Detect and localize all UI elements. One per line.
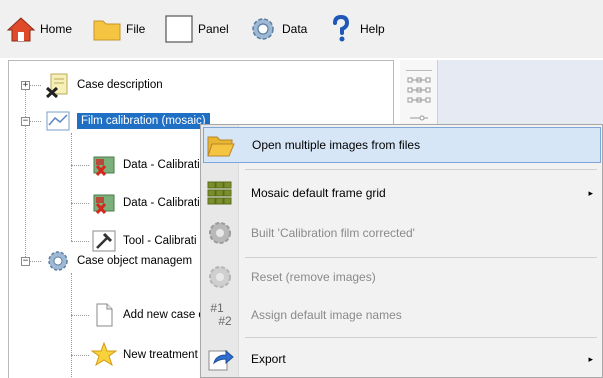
menu-item-label: Export xyxy=(251,352,286,366)
grid-icon xyxy=(203,175,237,211)
numbering-icon: #1 #2 xyxy=(203,297,237,333)
blank-document-icon xyxy=(91,303,117,327)
menu-item-label: Built 'Calibration film corrected' xyxy=(251,226,415,240)
toolbar: Home File Panel Data Help xyxy=(0,0,603,58)
tree-item-label: Case description xyxy=(77,79,163,91)
tree-item-case-description[interactable]: Case description xyxy=(45,73,163,98)
tree-item-label: Film calibration (mosaic) xyxy=(77,113,210,129)
collapse-toggle[interactable]: − xyxy=(21,257,30,266)
tree-connector xyxy=(71,165,89,166)
question-mark-icon xyxy=(326,14,356,44)
tree-item-data-calibration[interactable]: Data - Calibrati xyxy=(91,191,200,215)
star-burst-icon xyxy=(91,342,117,367)
collapse-toggle[interactable]: − xyxy=(21,117,30,126)
chart-icon xyxy=(45,109,71,133)
tree-connector xyxy=(71,315,89,316)
tree-connector xyxy=(71,203,89,204)
data-label: Data xyxy=(282,22,308,36)
menu-separator xyxy=(245,169,597,170)
file-button[interactable]: File xyxy=(92,12,145,46)
tree-connector xyxy=(71,355,89,356)
gear-icon xyxy=(203,215,237,251)
tree-item-case-object-management[interactable]: Case object managem xyxy=(45,249,192,273)
gear-icon xyxy=(203,259,237,295)
tree-connector xyxy=(71,133,72,241)
submenu-arrow-icon: ▸ xyxy=(588,187,593,198)
expand-toggle[interactable]: + xyxy=(21,81,30,90)
panel-label: Panel xyxy=(198,22,229,36)
gear-icon xyxy=(248,14,278,44)
menu-item-open-multiple-images[interactable]: Open multiple images from files xyxy=(203,127,601,163)
home-button[interactable]: Home xyxy=(6,12,72,46)
context-menu: Open multiple images from files Mosaic d… xyxy=(200,124,603,378)
image-error-icon xyxy=(91,153,117,177)
tree-item-film-calibration[interactable]: Film calibration (mosaic) xyxy=(45,109,210,133)
menu-item-mosaic-default-frame-grid[interactable]: Mosaic default frame grid ▸ xyxy=(203,175,601,211)
gear-icon xyxy=(45,249,71,273)
home-icon xyxy=(6,14,36,44)
folder-icon xyxy=(92,14,122,44)
tree-item-add-new-case[interactable]: Add new case c xyxy=(91,303,204,327)
image-error-icon xyxy=(91,191,117,215)
menu-separator xyxy=(245,337,597,338)
help-label: Help xyxy=(360,22,385,36)
menu-separator xyxy=(245,257,597,258)
tree-connector xyxy=(71,273,72,378)
menu-item-label: Open multiple images from files xyxy=(252,138,421,152)
tree-item-new-treatment[interactable]: New treatment xyxy=(91,342,198,367)
export-icon xyxy=(203,341,237,377)
tree-item-label: New treatment xyxy=(123,349,198,361)
tree-connector xyxy=(25,85,26,261)
tree-item-data-calibration[interactable]: Data - Calibrati xyxy=(91,153,200,177)
menu-item-export[interactable]: Export ▸ xyxy=(203,341,601,377)
panel-icon xyxy=(164,14,194,44)
tree-item-label: Case object managem xyxy=(77,255,193,267)
menu-item-reset-remove-images[interactable]: Reset (remove images) xyxy=(203,259,601,295)
menu-item-label: Mosaic default frame grid xyxy=(251,186,386,200)
tree-connector xyxy=(71,241,89,242)
tree-item-label: Data - Calibrati xyxy=(123,197,200,209)
folder-open-icon xyxy=(204,127,238,163)
menu-item-built-calibration-film[interactable]: Built 'Calibration film corrected' xyxy=(203,215,601,251)
menu-item-label: Reset (remove images) xyxy=(251,270,376,284)
data-button[interactable]: Data xyxy=(248,12,307,46)
tree-item-label: Tool - Calibrati xyxy=(123,235,197,247)
numbering-glyph: #2 xyxy=(218,314,232,328)
document-error-icon xyxy=(45,73,71,98)
help-button[interactable]: Help xyxy=(326,12,385,46)
home-label: Home xyxy=(40,22,73,36)
submenu-arrow-icon: ▸ xyxy=(588,353,593,364)
menu-item-assign-default-image-names[interactable]: #1 #2 Assign default image names xyxy=(203,297,601,333)
tree-item-label: Add new case c xyxy=(123,309,205,321)
tree-item-label: Data - Calibrati xyxy=(123,159,200,171)
menu-item-label: Assign default image names xyxy=(251,308,402,322)
file-label: File xyxy=(126,22,146,36)
panel-button[interactable]: Panel xyxy=(164,12,229,46)
